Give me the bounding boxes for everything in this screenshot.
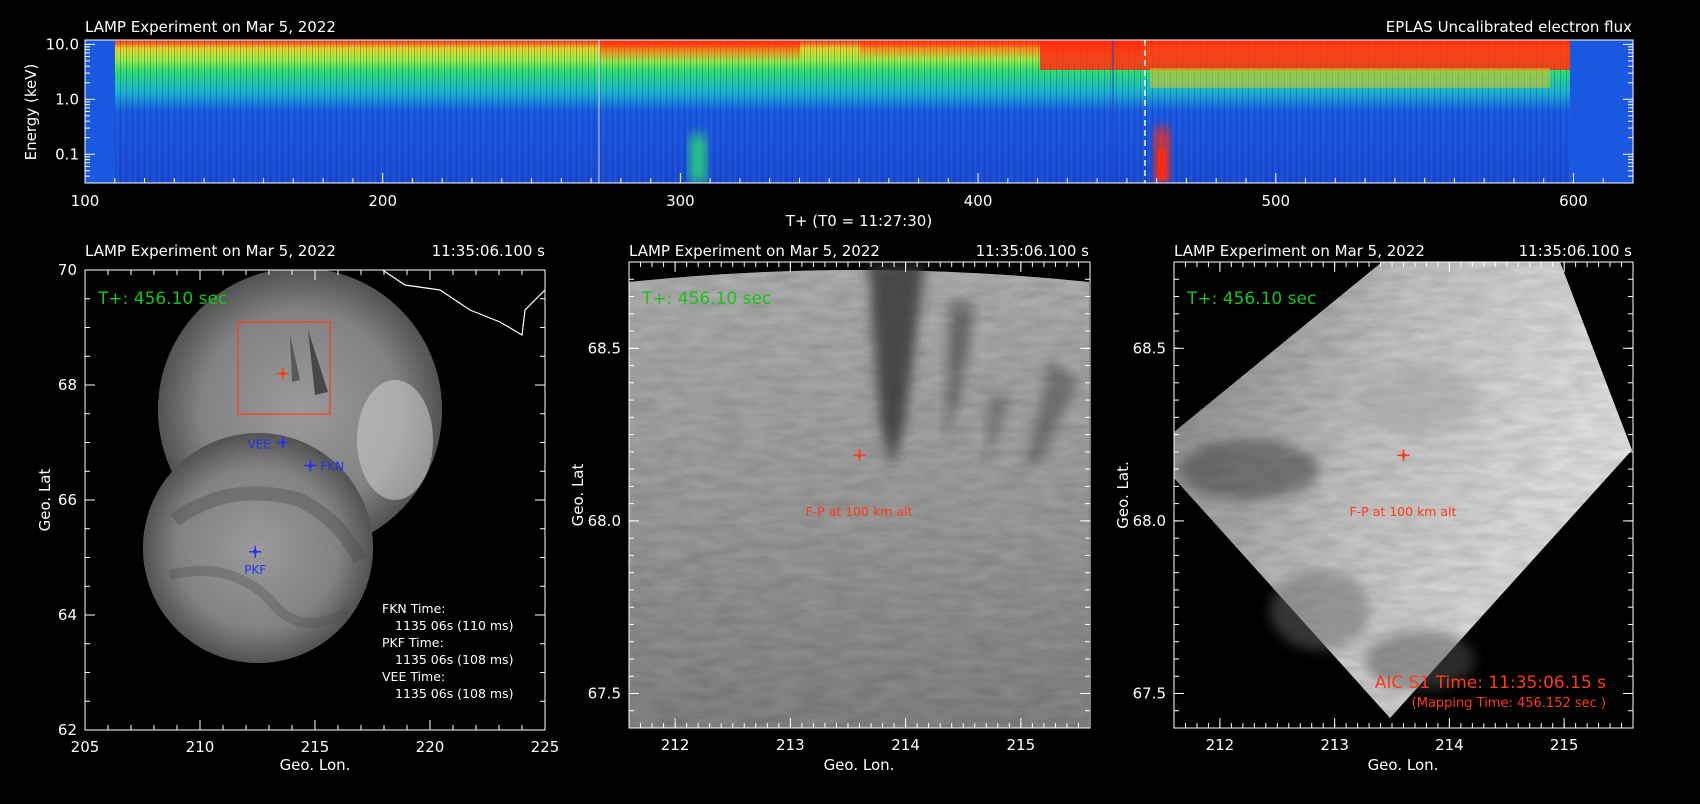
aic-mapping-time: (Mapping Time: 456.152 sec ): [1412, 696, 1606, 711]
aic-ylabel: Geo. Lat.: [1114, 461, 1132, 529]
spectrogram-xtick-label: 300: [666, 192, 695, 210]
geo-xtick-label: 215: [1007, 736, 1036, 754]
geo-xtick-label: 225: [531, 738, 560, 756]
aic-xlabel: Geo. Lon.: [1368, 756, 1439, 774]
spectrogram-xlabel: T+ (T0 = 11:27:30): [785, 212, 932, 230]
aic-time: AIC S1 Time: 11:35:06.15 s: [1375, 673, 1606, 693]
geo-xtick-label: 215: [1550, 736, 1579, 754]
fkn-time-value: 1135 06s (110 ms): [395, 618, 513, 633]
vee-time-value: 1135 06s (108 ms): [395, 686, 513, 701]
station-label-pkf: PKF: [244, 563, 266, 577]
geo-ytick-label: 68.0: [588, 512, 621, 530]
figure-canvas: LAMP Experiment on Mar 5, 2022 EPLAS Unc…: [22, 18, 1634, 774]
station-times: FKN Time: 1135 06s (110 ms) PKF Time: 11…: [382, 601, 513, 701]
geo-ytick-label: 67.5: [1133, 684, 1166, 702]
aic-footpoint-label: F-P at 100 km alt: [1349, 504, 1456, 519]
pkf-time-label: PKF Time:: [382, 635, 444, 650]
aic-title-left: LAMP Experiment on Mar 5, 2022: [1174, 242, 1425, 260]
spectrogram-xtick-label: 400: [964, 192, 993, 210]
spectrogram-ylabel: Energy (keV): [22, 64, 40, 161]
spectrogram-ytick-label: 10.0: [46, 35, 79, 53]
zoom-camera-title-left: LAMP Experiment on Mar 5, 2022: [629, 242, 880, 260]
geo-ytick-label: 68: [58, 376, 77, 394]
mosaic-title-left: LAMP Experiment on Mar 5, 2022: [85, 242, 336, 260]
geo-ytick-label: 68.0: [1133, 512, 1166, 530]
aic-image: [1174, 262, 1632, 718]
aic-tplus: T+: 456.10 sec: [1186, 289, 1316, 309]
geo-ytick-label: 64: [58, 606, 77, 624]
geo-ytick-label: 68.5: [588, 339, 621, 357]
zoom-camera-panel: LAMP Experiment on Mar 5, 2022 11:35:06.…: [569, 242, 1091, 774]
geo-xtick-label: 213: [1320, 736, 1349, 754]
mosaic-tplus: T+: 456.10 sec: [97, 289, 227, 309]
station-label-vee: VEE: [247, 438, 270, 452]
spectrogram-title-left: LAMP Experiment on Mar 5, 2022: [85, 18, 336, 36]
zoom-camera-ylabel: Geo. Lat: [569, 464, 587, 527]
aic-title-right: 11:35:06.100 s: [1519, 242, 1633, 260]
geo-ytick-label: 66: [58, 491, 77, 509]
mosaic-xlabel: Geo. Lon.: [280, 756, 351, 774]
mosaic-panel: LAMP Experiment on Mar 5, 2022 11:35:06.…: [36, 242, 559, 774]
geo-xtick-label: 215: [301, 738, 330, 756]
spectrogram-xtick-label: 500: [1261, 192, 1290, 210]
geo-xtick-label: 213: [776, 736, 805, 754]
geo-xtick-label: 212: [661, 736, 690, 754]
zoom-camera-tplus: T+: 456.10 sec: [641, 289, 771, 309]
spectrogram-ytick-label: 0.1: [55, 145, 79, 163]
geo-xtick-label: 205: [71, 738, 100, 756]
mosaic-ylabel: Geo. Lat: [36, 469, 54, 532]
pkf-time-value: 1135 06s (108 ms): [395, 652, 513, 667]
geo-ytick-label: 68.5: [1133, 339, 1166, 357]
mosaic-title-right: 11:35:06.100 s: [432, 242, 546, 260]
spectrogram-xtick-label: 600: [1559, 192, 1588, 210]
geo-ytick-label: 70: [58, 261, 77, 279]
vee-time-label: VEE Time:: [382, 669, 445, 684]
geo-xtick-label: 214: [891, 736, 920, 754]
spectrogram-image: [85, 40, 1633, 183]
zoom-camera-title-right: 11:35:06.100 s: [976, 242, 1090, 260]
fkn-time-label: FKN Time:: [382, 601, 446, 616]
station-marker-fkn: FKN: [304, 459, 344, 474]
geo-xtick-label: 212: [1206, 736, 1235, 754]
geo-ytick-label: 67.5: [588, 684, 621, 702]
spectrogram-panel: LAMP Experiment on Mar 5, 2022 EPLAS Unc…: [22, 18, 1634, 230]
aic-panel: LAMP Experiment on Mar 5, 2022 11:35:06.…: [1114, 242, 1634, 774]
spectrogram-xtick-label: 200: [368, 192, 397, 210]
geo-ytick-label: 62: [58, 721, 77, 739]
zoom-camera-footpoint-label: F-P at 100 km alt: [805, 504, 912, 519]
spectrogram-xtick-label: 100: [71, 192, 100, 210]
geo-xtick-label: 214: [1435, 736, 1464, 754]
station-label-fkn: FKN: [320, 460, 344, 474]
geo-xtick-label: 220: [416, 738, 445, 756]
spectrogram-title-right: EPLAS Uncalibrated electron flux: [1386, 18, 1632, 36]
geo-xtick-label: 210: [186, 738, 215, 756]
zoom-camera-image: [629, 262, 1089, 728]
zoom-camera-xlabel: Geo. Lon.: [824, 756, 895, 774]
spectrogram-ytick-label: 1.0: [55, 90, 79, 108]
